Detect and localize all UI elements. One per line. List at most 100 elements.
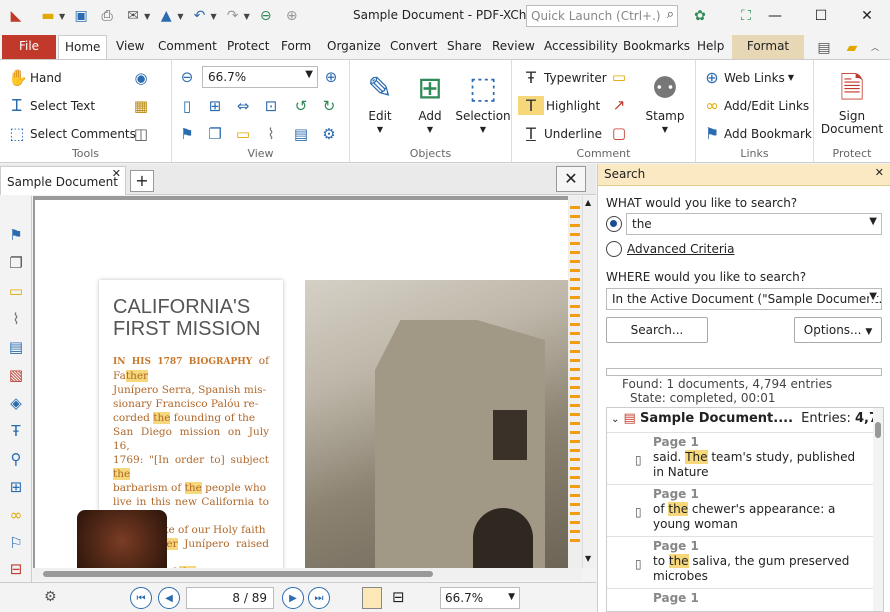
sign-document-button[interactable]: 🗎 Sign Document <box>818 66 886 136</box>
tab-form[interactable]: Form <box>275 35 317 59</box>
layers-panel-icon[interactable]: ◈ <box>5 392 27 414</box>
redo-icon[interactable]: ↷ <box>223 6 243 26</box>
document-options-icon[interactable]: ▤ <box>814 38 834 58</box>
chevron-down-icon[interactable]: ▼ <box>144 12 150 21</box>
fit-page-icon[interactable]: ⊞ <box>204 95 226 117</box>
next-page-button[interactable]: ▶ <box>282 587 304 609</box>
advanced-search-radio[interactable] <box>606 241 622 257</box>
snapshot-icon[interactable]: ◉ <box>130 67 152 89</box>
scroll-thumb[interactable] <box>875 422 881 438</box>
collapse-ribbon-icon[interactable]: ︿ <box>871 42 879 53</box>
tab-bookmarks[interactable]: Bookmarks <box>617 35 696 59</box>
tab-organize[interactable]: Organize <box>321 35 387 59</box>
underline-button[interactable]: T Underline <box>518 124 602 143</box>
tab-home[interactable]: Home <box>58 35 108 59</box>
chevron-down-icon[interactable]: ▼ <box>59 12 65 21</box>
select-text-button[interactable]: Ꮖ Select Text <box>4 96 95 116</box>
result-document-header[interactable]: ⌄ ▤ Sample Document.... Entries: 4,794 <box>607 408 883 432</box>
single-page-icon[interactable] <box>362 587 382 609</box>
chevron-down-icon[interactable]: ▼ <box>177 12 183 21</box>
selection-button[interactable]: ⬚ Selection ▼ <box>455 66 510 136</box>
close-window-button[interactable]: ✕ <box>844 0 890 32</box>
undo-icon[interactable]: ↶ <box>189 6 209 26</box>
continuous-icon[interactable]: ⊟ <box>392 588 405 606</box>
scroll-down-icon[interactable]: ▼ <box>585 554 591 563</box>
tab-view[interactable]: View <box>110 35 150 59</box>
tab-review[interactable]: Review <box>486 35 541 59</box>
search-result-item[interactable]: Page 1 ▯ to the saliva, the gum preserved … <box>607 536 875 588</box>
properties-icon[interactable]: ▤ <box>290 123 312 145</box>
web-links-button[interactable]: ⊕ Web Links ▼ <box>700 68 794 87</box>
scan-icon[interactable]: ▲ <box>156 6 176 26</box>
vertical-scrollbar[interactable]: ▲ ▼ <box>582 196 596 568</box>
order-panel-icon[interactable]: ⊟ <box>5 558 27 580</box>
layers-settings-icon[interactable]: ⚙ <box>318 123 340 145</box>
add-edit-links-button[interactable]: ∞ Add/Edit Links <box>700 96 809 115</box>
options-button[interactable]: Options... ▼ <box>794 317 882 343</box>
tab-share[interactable]: Share <box>441 35 488 59</box>
status-options-icon[interactable]: ⚙ <box>44 589 57 605</box>
bookmark-icon[interactable]: ⚑ <box>176 123 198 145</box>
rotate-right-icon[interactable]: ↻ <box>318 95 340 117</box>
search-query-input[interactable]: the ▼ <box>626 213 882 235</box>
fit-visible-icon[interactable]: ⊡ <box>260 95 282 117</box>
close-panel-icon[interactable]: ✕ <box>875 166 884 179</box>
status-zoom-combo[interactable]: 66.7% ▼ <box>440 587 520 609</box>
edit-button[interactable]: ✎ Edit ▼ <box>358 66 402 136</box>
horizontal-scrollbar[interactable] <box>33 568 582 580</box>
tab-help[interactable]: Help <box>691 35 730 59</box>
search-result-item[interactable]: Page 1 ▯ said. The team's study, published… <box>607 432 875 484</box>
tab-file[interactable]: File <box>2 35 56 59</box>
back-icon[interactable]: ⊖ <box>256 6 276 26</box>
tab-convert[interactable]: Convert <box>384 35 443 59</box>
quick-launch-input[interactable]: Quick Launch (Ctrl+.) ⌕ <box>526 5 678 27</box>
actual-size-icon[interactable]: ▯ <box>176 95 198 117</box>
document-tab[interactable]: Sample Document ✕ <box>0 166 126 195</box>
zoom-combo[interactable]: 66.7% ▼ <box>202 66 318 88</box>
email-icon[interactable]: ✉ <box>123 6 143 26</box>
search-hit-markers[interactable] <box>568 196 582 568</box>
search-result-item[interactable]: Page 1 ▯ of the chewer's appearance: a you… <box>607 484 875 536</box>
tab-protect[interactable]: Protect <box>221 35 275 59</box>
arrow-icon[interactable]: ↗ <box>608 94 630 116</box>
close-document-button[interactable]: ✕ <box>556 166 586 192</box>
clipboard-icon[interactable]: ▦ <box>130 95 152 117</box>
search-button[interactable]: Search... <box>606 317 708 343</box>
minimize-button[interactable]: — <box>752 0 798 32</box>
attachments-panel-icon[interactable]: ⌇ <box>5 308 27 330</box>
destinations-panel-icon[interactable]: ⚲ <box>5 448 27 470</box>
typewriter-button[interactable]: Ŧ Typewriter <box>518 68 607 87</box>
add-bookmark-button[interactable]: ⚑ Add Bookmark <box>700 124 812 143</box>
save-icon[interactable]: ▣ <box>71 6 91 26</box>
attachment-icon[interactable]: ⌇ <box>260 123 282 145</box>
open-folder-icon[interactable]: ▬ <box>38 6 58 26</box>
print-icon[interactable]: ⎙ <box>97 6 117 26</box>
last-page-button[interactable]: ⏭ <box>308 587 330 609</box>
close-tab-icon[interactable]: ✕ <box>112 167 121 180</box>
advanced-criteria-link[interactable]: Advanced Criteria <box>627 242 734 256</box>
links-panel-icon[interactable]: ∞ <box>5 504 27 526</box>
content-panel-icon[interactable]: ▤ <box>5 336 27 358</box>
comments-panel-icon[interactable]: ▭ <box>5 280 27 302</box>
chevron-down-icon[interactable]: ▼ <box>210 12 216 21</box>
search-results-list[interactable]: ⌄ ▤ Sample Document.... Entries: 4,794 P… <box>606 407 884 612</box>
simple-search-radio[interactable] <box>606 216 622 232</box>
tab-comment[interactable]: Comment <box>152 35 223 59</box>
tab-format[interactable]: Format <box>732 35 804 59</box>
search-result-item[interactable]: Page 1 <box>607 588 875 611</box>
stamp-button[interactable]: ⚉ Stamp ▼ <box>640 66 690 136</box>
signatures-panel-icon[interactable]: ▧ <box>5 364 27 386</box>
tags-panel-icon[interactable]: ⚐ <box>5 532 27 554</box>
collapse-icon[interactable]: ⌄ <box>611 414 619 425</box>
comments-icon[interactable]: ▭ <box>232 123 254 145</box>
structure-panel-icon[interactable]: ⊞ <box>5 476 27 498</box>
tab-accessibility[interactable]: Accessibility <box>538 35 624 59</box>
prev-page-button[interactable]: ◀ <box>158 587 180 609</box>
horizontal-scroll-thumb[interactable] <box>43 571 433 577</box>
find-icon[interactable]: ◫ <box>130 123 152 145</box>
hand-button[interactable]: ✋ Hand <box>6 68 62 87</box>
first-page-button[interactable]: ⏮ <box>130 587 152 609</box>
document-view[interactable]: CALIFORNIA'S FIRST MISSION IN HIS 1787 B… <box>33 196 568 568</box>
results-scrollbar[interactable] <box>873 408 883 611</box>
rectangle-icon[interactable]: ▢ <box>608 122 630 144</box>
